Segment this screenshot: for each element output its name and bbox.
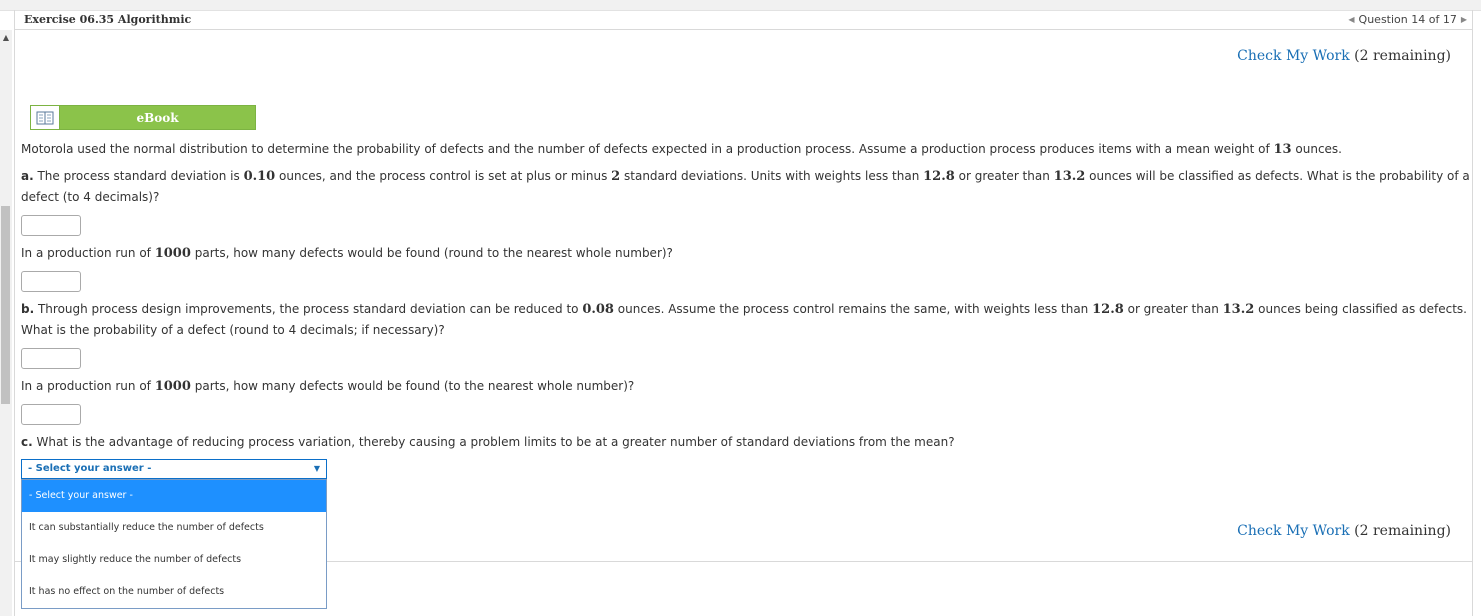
check-my-work-top: Check My Work (2 remaining) — [1237, 48, 1451, 64]
scroll-up-icon[interactable]: ▲ — [0, 32, 12, 44]
previous-question-icon[interactable]: ◀ — [1348, 15, 1354, 24]
problem-intro: Motorola used the normal distribution to… — [21, 142, 1342, 157]
check-work-remaining: (2 remaining) — [1354, 523, 1451, 539]
option-select-answer[interactable]: - Select your answer - — [22, 480, 326, 512]
option-no-effect[interactable]: It has no effect on the number of defect… — [22, 576, 326, 608]
part-c-question: c. What is the advantage of reducing pro… — [21, 435, 955, 449]
part-c-answer-select[interactable]: - Select your answer - ▼ — [21, 459, 327, 479]
part-a-question-line2: defect (to 4 decimals)? — [21, 190, 160, 204]
part-a-probability-input[interactable] — [21, 215, 81, 236]
check-work-remaining: (2 remaining) — [1354, 48, 1451, 64]
ebook-label: eBook — [136, 110, 179, 125]
check-my-work-link[interactable]: Check My Work — [1237, 48, 1350, 64]
next-question-icon[interactable]: ▶ — [1461, 15, 1467, 24]
part-b-defects-question: In a production run of 1000 parts, how m… — [21, 379, 635, 394]
book-icon — [31, 106, 60, 129]
option-substantially-reduce[interactable]: It can substantially reduce the number o… — [22, 512, 326, 544]
check-my-work-bottom: Check My Work (2 remaining) — [1237, 523, 1451, 539]
exercise-title: Exercise 06.35 Algorithmic — [24, 13, 192, 26]
part-b-question-line2: What is the probability of a defect (rou… — [21, 323, 445, 337]
part-b-probability-input[interactable] — [21, 348, 81, 369]
part-b-question: b. Through process design improvements, … — [21, 302, 1467, 317]
ebook-button[interactable]: eBook — [30, 105, 256, 130]
question-header — [14, 10, 1473, 30]
question-counter: Question 14 of 17 — [1358, 13, 1457, 26]
part-a-defects-question: In a production run of 1000 parts, how m… — [21, 246, 673, 261]
question-navigator: ◀ Question 14 of 17 ▶ — [1348, 13, 1467, 26]
part-a-question: a. The process standard deviation is 0.1… — [21, 169, 1470, 184]
chevron-down-icon: ▼ — [313, 464, 320, 473]
part-a-defects-input[interactable] — [21, 271, 81, 292]
scrollbar-thumb[interactable] — [1, 206, 10, 404]
select-current-value: - Select your answer - — [28, 463, 152, 474]
part-c-options-list: - Select your answer - It can substantia… — [21, 479, 327, 609]
check-my-work-link[interactable]: Check My Work — [1237, 523, 1350, 539]
option-slightly-reduce[interactable]: It may slightly reduce the number of def… — [22, 544, 326, 576]
part-b-defects-input[interactable] — [21, 404, 81, 425]
